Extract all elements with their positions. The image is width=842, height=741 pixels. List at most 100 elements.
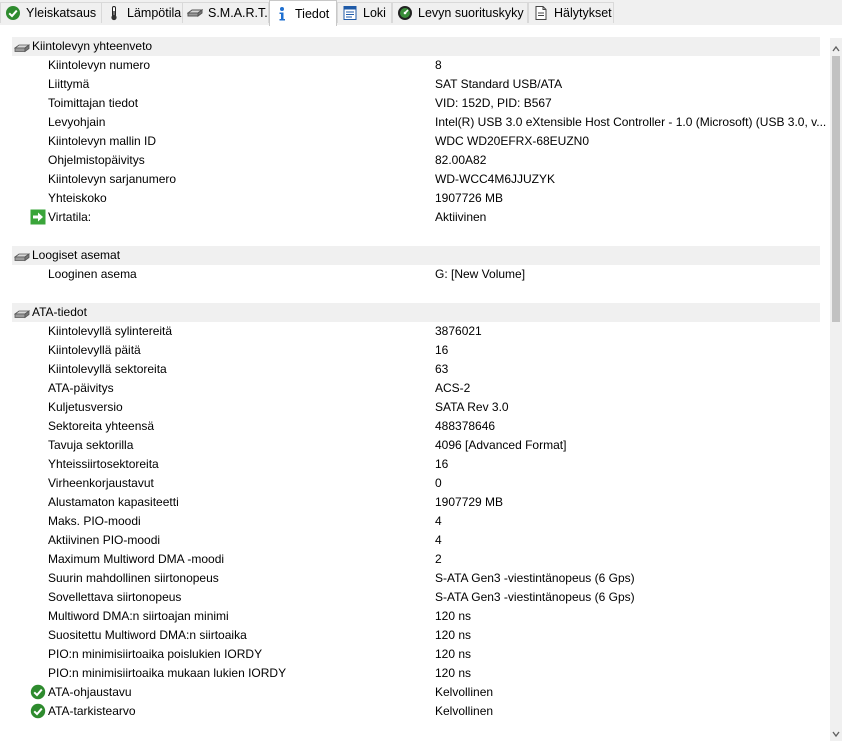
detail-row[interactable]: Kiintolevyn numero 8 <box>12 56 820 75</box>
tab-levyn-suorituskyky[interactable]: Levyn suorituskyky <box>392 2 528 23</box>
detail-label: Aktiivinen PIO-moodi <box>48 533 161 547</box>
detail-value: WDC WD20EFRX-68EUZN0 <box>435 134 590 148</box>
detail-row[interactable]: Kiintolevyllä päitä 16 <box>12 341 820 360</box>
section-header[interactable]: ATA-tiedot <box>12 303 820 322</box>
detail-label: Sovellettava siirtonopeus <box>48 590 182 604</box>
detail-label: ATA-päivitys <box>48 381 114 395</box>
details-panel: Kiintolevyn yhteenveto Kiintolevyn numero… <box>0 25 842 741</box>
detail-row[interactable]: PIO:n minimisiirtoaika mukaan lukien IOR… <box>12 664 820 683</box>
scrollbar-thumb[interactable] <box>832 56 840 322</box>
detail-row[interactable]: Sektoreita yhteensä 488378646 <box>12 417 820 436</box>
detail-value: 2 <box>435 552 442 566</box>
detail-row[interactable]: Tavuja sektorilla 4096 [Advanced Format] <box>12 436 820 455</box>
check-circle-icon <box>30 684 46 700</box>
section-header[interactable]: Kiintolevyn yhteenveto <box>12 37 820 56</box>
detail-row[interactable]: Maks. PIO-moodi 4 <box>12 512 820 531</box>
log-icon <box>342 5 358 21</box>
detail-value: ACS-2 <box>435 381 471 395</box>
detail-row[interactable]: ATA-tarkistearvo Kelvollinen <box>12 702 820 721</box>
tab-lampotila[interactable]: Lämpötila <box>101 2 186 23</box>
detail-label: ATA-tarkistearvo <box>48 704 136 718</box>
detail-row[interactable]: Ohjelmistopäivitys 82.00A82 <box>12 151 820 170</box>
detail-value: 1907726 MB <box>435 191 504 205</box>
detail-label: Looginen asema <box>48 267 137 281</box>
detail-label: Levyohjain <box>48 115 106 129</box>
detail-value: S-ATA Gen3 -viestintänopeus (6 Gps) <box>435 571 635 585</box>
detail-row[interactable]: Kiintolevyllä sylintereitä 3876021 <box>12 322 820 341</box>
detail-row[interactable]: Virheenkorjaustavut 0 <box>12 474 820 493</box>
tab-label: Yleiskatsaus <box>26 6 97 20</box>
detail-label: Virheenkorjaustavut <box>48 476 154 490</box>
detail-row[interactable]: Kiintolevyllä sektoreita 63 <box>12 360 820 379</box>
detail-label: Yhteissiirtosektoreita <box>48 457 159 471</box>
detail-row[interactable]: Toimittajan tiedot VID: 152D, PID: B567 <box>12 94 820 113</box>
detail-value: Intel(R) USB 3.0 eXtensible Host Control… <box>435 115 827 129</box>
detail-label: Suositettu Multiword DMA:n siirtoaika <box>48 628 247 642</box>
detail-row[interactable]: ATA-ohjaustavu Kelvollinen <box>12 683 820 702</box>
detail-label: Multiword DMA:n siirtoajan minimi <box>48 609 229 623</box>
detail-label: Kiintolevyllä sektoreita <box>48 362 167 376</box>
tab-label: Lämpötila <box>127 6 182 20</box>
section-header[interactable]: Loogiset asemat <box>12 246 820 265</box>
detail-label: PIO:n minimisiirtoaika mukaan lukien IOR… <box>48 666 287 680</box>
detail-row[interactable]: Looginen asema G: [New Volume] <box>12 265 820 284</box>
scroll-up-arrow-icon[interactable] <box>832 42 840 52</box>
info-icon <box>274 6 290 22</box>
detail-row[interactable]: Yhteiskoko 1907726 MB <box>12 189 820 208</box>
detail-label: Suurin mahdollinen siirtonopeus <box>48 571 219 585</box>
scroll-down-arrow-icon[interactable] <box>832 727 840 738</box>
detail-row[interactable]: ATA-päivitys ACS-2 <box>12 379 820 398</box>
detail-value: 0 <box>435 476 442 490</box>
detail-row[interactable]: Alustamaton kapasiteetti 1907729 MB <box>12 493 820 512</box>
detail-row[interactable]: Liittymä SAT Standard USB/ATA <box>12 75 820 94</box>
detail-label: PIO:n minimisiirtoaika poislukien IORDY <box>48 647 263 661</box>
tab-label: Hälytykset <box>554 6 612 20</box>
detail-value: 488378646 <box>435 419 496 433</box>
detail-value: WD-WCC4M6JJUZYK <box>435 172 555 186</box>
detail-value: 4 <box>435 514 442 528</box>
detail-row[interactable]: Kiintolevyn mallin ID WDC WD20EFRX-68EUZN… <box>12 132 820 151</box>
disk-icon <box>13 250 31 262</box>
detail-value: 3876021 <box>435 324 482 338</box>
tab-tiedot[interactable]: Tiedot <box>269 0 337 26</box>
detail-row[interactable]: Levyohjain Intel(R) USB 3.0 eXtensible Ho… <box>12 113 826 132</box>
detail-row[interactable]: Aktiivinen PIO-moodi 4 <box>12 531 820 550</box>
check-circle-icon <box>5 5 21 21</box>
tab-label: Levyn suorituskyky <box>418 6 524 20</box>
detail-row[interactable]: Suositettu Multiword DMA:n siirtoaika 120… <box>12 626 820 645</box>
thermometer-icon <box>106 5 122 21</box>
detail-row[interactable]: Multiword DMA:n siirtoajan minimi 120 ns <box>12 607 820 626</box>
disk-icon <box>187 5 203 21</box>
detail-row[interactable]: Suurin mahdollinen siirtonopeus S-ATA Gen… <box>12 569 820 588</box>
tab-loki[interactable]: Loki <box>337 2 392 23</box>
gauge-icon <box>397 5 413 21</box>
detail-value: 1907729 MB <box>435 495 504 509</box>
detail-row[interactable]: Sovellettava siirtonopeus S-ATA Gen3 -vie… <box>12 588 820 607</box>
vertical-scrollbar[interactable] <box>830 38 842 741</box>
detail-row[interactable]: Kuljetusversio SATA Rev 3.0 <box>12 398 820 417</box>
detail-row[interactable]: Yhteissiirtosektoreita 16 <box>12 455 820 474</box>
detail-value: S-ATA Gen3 -viestintänopeus (6 Gps) <box>435 590 635 604</box>
tab-label: Tiedot <box>295 6 330 21</box>
detail-row[interactable]: Kiintolevyn sarjanumero WD-WCC4M6JJUZYK <box>12 170 820 189</box>
detail-value: 82.00A82 <box>435 153 487 167</box>
detail-label: Kuljetusversio <box>48 400 123 414</box>
detail-value: 120 ns <box>435 628 472 642</box>
detail-label: ATA-ohjaustavu <box>48 685 132 699</box>
disk-icon <box>13 41 31 53</box>
detail-row[interactable]: Maximum Multiword DMA -moodi 2 <box>12 550 820 569</box>
detail-row[interactable]: Virtatila: Aktiivinen <box>12 208 820 227</box>
detail-value: 63 <box>435 362 449 376</box>
detail-value: 120 ns <box>435 609 472 623</box>
tab-halytykset[interactable]: Hälytykset <box>528 2 614 23</box>
detail-value: 16 <box>435 343 449 357</box>
detail-label: Sektoreita yhteensä <box>48 419 155 433</box>
detail-value: Kelvollinen <box>435 704 494 718</box>
detail-label: Toimittajan tiedot <box>48 96 139 110</box>
detail-label: Liittymä <box>48 77 90 91</box>
detail-row[interactable]: PIO:n minimisiirtoaika poislukien IORDY 1… <box>12 645 820 664</box>
detail-value: Kelvollinen <box>435 685 494 699</box>
tab-smart[interactable]: S.M.A.R.T. <box>182 2 269 23</box>
detail-label: Tavuja sektorilla <box>48 438 134 452</box>
detail-label: Kiintolevyllä päitä <box>48 343 141 357</box>
